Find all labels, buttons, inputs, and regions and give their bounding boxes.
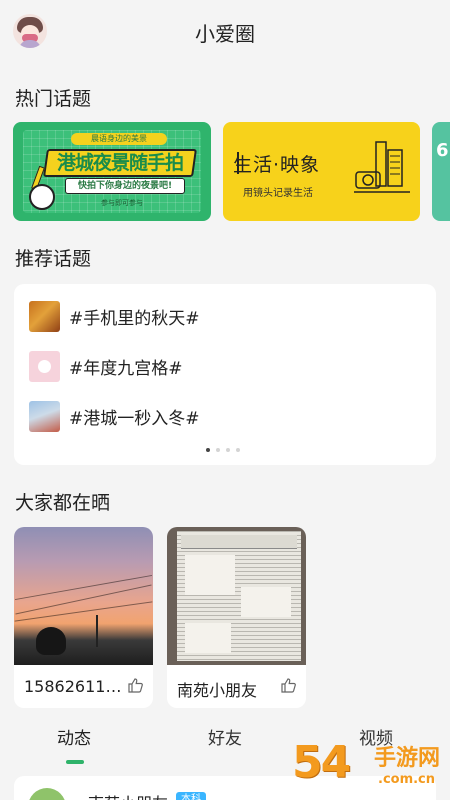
app-header: 小爱圈 bbox=[0, 0, 450, 62]
everyone-shares-title: 大家都在晒 bbox=[15, 492, 111, 514]
thumbs-up-icon[interactable] bbox=[127, 677, 143, 693]
tab-friends[interactable]: 好友 bbox=[208, 724, 242, 749]
watermark-url: .com.cn bbox=[378, 772, 436, 787]
hot-topics-title: 热门话题 bbox=[15, 88, 92, 110]
watermark-text: 手游网 bbox=[374, 746, 441, 771]
topic-item[interactable]: #手机里的秋天# bbox=[29, 300, 200, 332]
banner-subtitle: 用镜头记录生活 bbox=[243, 188, 313, 199]
site-watermark: 54 手游网 .com.cn bbox=[292, 738, 450, 800]
share-card[interactable]: 15862611… bbox=[14, 527, 153, 708]
banner-night-scene[interactable]: 晨语身边的美景 港城夜景随手拍 快拍下你身边的夜景吧! 参与即可参与 bbox=[13, 122, 211, 221]
camera-buildings-icon bbox=[354, 141, 410, 193]
page-title: 小爱圈 bbox=[195, 22, 255, 46]
topic-label: #手机里的秋天# bbox=[69, 308, 200, 329]
post-author: 南苑小朋友 bbox=[88, 790, 168, 800]
status-badge: 本科 bbox=[176, 792, 206, 800]
topic-item[interactable]: #年度九宫格# bbox=[29, 350, 183, 382]
topic-thumbnail bbox=[29, 350, 60, 382]
topic-item[interactable]: #港城一秒入冬# bbox=[29, 400, 200, 432]
post-image bbox=[167, 527, 306, 665]
post-image bbox=[14, 527, 153, 665]
avatar[interactable] bbox=[28, 788, 66, 800]
tab-feed[interactable]: 动态 bbox=[57, 724, 91, 749]
topic-thumbnail bbox=[29, 400, 60, 432]
banner-subtitle: 快拍下你身边的夜景吧! bbox=[65, 178, 185, 194]
hand-icon bbox=[29, 184, 55, 210]
topic-thumbnail bbox=[29, 300, 60, 332]
topic-label: #港城一秒入冬# bbox=[69, 408, 200, 429]
banner-headline: 港城夜景随手拍 bbox=[43, 149, 197, 177]
active-tab-indicator bbox=[66, 760, 84, 764]
share-author: 南苑小朋友 bbox=[177, 681, 258, 700]
banner-life-image[interactable]: 生活·映象 用镜头记录生活 bbox=[223, 122, 420, 221]
page-indicator bbox=[206, 448, 240, 452]
banner-headline: 6 bbox=[436, 140, 449, 161]
watermark-number: 54 bbox=[292, 737, 351, 788]
recommended-topics-card: #手机里的秋天# #年度九宫格# #港城一秒入冬# bbox=[14, 284, 436, 465]
banner-tag: 晨语身边的美景 bbox=[71, 133, 167, 145]
thumbs-up-icon[interactable] bbox=[280, 677, 296, 693]
banner-partial[interactable]: 6 bbox=[432, 122, 450, 221]
topic-label: #年度九宫格# bbox=[69, 358, 183, 379]
share-card[interactable]: 南苑小朋友 bbox=[167, 527, 306, 708]
share-author: 15862611… bbox=[24, 677, 122, 696]
banner-headline: 生活·映象 bbox=[233, 154, 321, 176]
banner-footnote: 参与即可参与 bbox=[101, 199, 143, 207]
recommended-title: 推荐话题 bbox=[15, 248, 92, 270]
